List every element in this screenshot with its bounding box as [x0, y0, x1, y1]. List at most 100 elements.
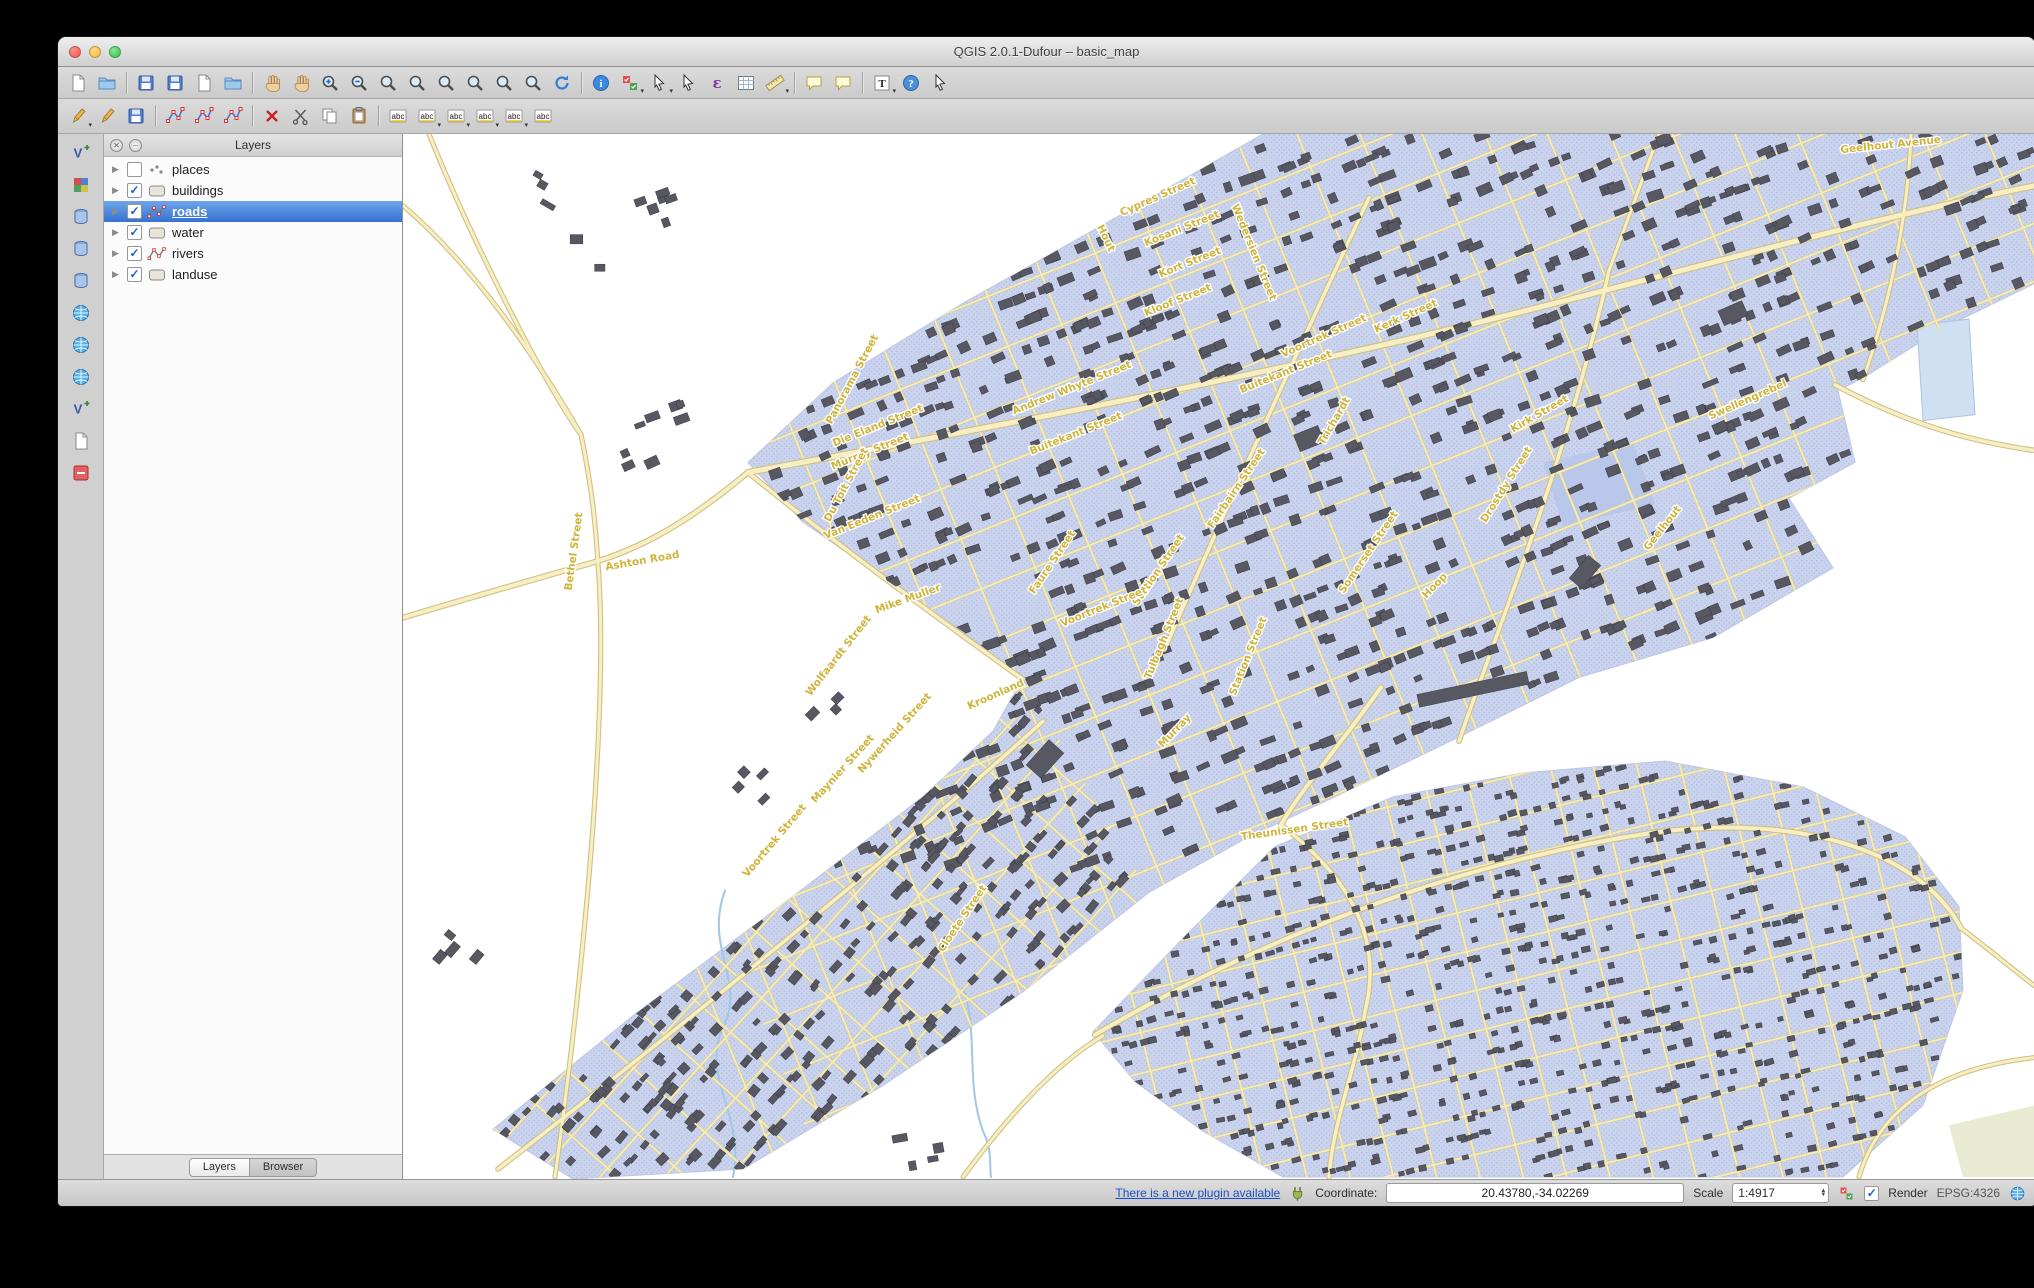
identify-features-button[interactable]	[587, 69, 615, 96]
cut-features-button[interactable]	[287, 103, 315, 130]
render-label: Render	[1888, 1186, 1927, 1200]
zoom-out-button[interactable]	[345, 69, 373, 96]
add-spatialite-layer-button[interactable]	[66, 235, 96, 263]
run-feature-action-button[interactable]: ▾	[616, 69, 644, 96]
toggle-editing-button[interactable]	[93, 103, 121, 130]
save-project-as-button[interactable]	[161, 69, 189, 96]
pan-to-selection-icon	[291, 73, 311, 93]
new-print-composer-button[interactable]	[190, 69, 218, 96]
layer-item-places[interactable]: places	[104, 159, 402, 180]
add-delimited-text-layer-button[interactable]	[66, 427, 96, 455]
rotate-label-button[interactable]: ▾	[442, 103, 470, 130]
layer-item-roads[interactable]: roads	[104, 201, 402, 222]
paste-features-button[interactable]	[345, 103, 373, 130]
layer-visibility-checkbox[interactable]	[127, 162, 142, 177]
measure-button[interactable]: ▾	[761, 69, 789, 96]
add-wms-layer-button[interactable]	[66, 299, 96, 327]
point-geometry-icon	[147, 162, 167, 177]
pin-labels-button[interactable]: ▾	[471, 103, 499, 130]
expander-icon[interactable]	[112, 269, 122, 280]
minimize-button[interactable]	[89, 46, 101, 58]
save-project-button[interactable]	[132, 69, 160, 96]
remove-layer-icon	[71, 463, 91, 483]
add-feature-button[interactable]	[161, 103, 189, 130]
text-annotation-button[interactable]: ▾	[868, 69, 896, 96]
layer-visibility-checkbox[interactable]	[127, 246, 142, 261]
close-button[interactable]	[69, 46, 81, 58]
coordinate-input[interactable]	[1386, 1183, 1684, 1203]
toggle-editing-icon	[97, 106, 117, 126]
move-feature-button[interactable]	[190, 103, 218, 130]
help-contents-button[interactable]	[897, 69, 925, 96]
move-label-button[interactable]: ▾	[413, 103, 441, 130]
zoom-last-button[interactable]	[490, 69, 518, 96]
add-mssql-layer-button[interactable]	[66, 267, 96, 295]
pan-map-button[interactable]	[258, 69, 286, 96]
save-layer-edits-button[interactable]	[122, 103, 150, 130]
add-wcs-layer-button[interactable]	[66, 331, 96, 359]
remove-layer-button[interactable]	[66, 459, 96, 487]
zoom-button[interactable]	[109, 46, 121, 58]
open-project-button[interactable]	[93, 69, 121, 96]
expander-icon[interactable]	[112, 227, 122, 238]
panel-tab-browser[interactable]: Browser	[250, 1158, 317, 1177]
scale-combo[interactable]: 1:4917	[1732, 1183, 1829, 1203]
zoom-next-button[interactable]	[519, 69, 547, 96]
whats-this-button[interactable]	[926, 69, 954, 96]
show-hide-labels-button[interactable]: ▾	[500, 103, 528, 130]
expander-icon[interactable]	[112, 185, 122, 196]
plugin-available-link[interactable]: There is a new plugin available	[1115, 1186, 1280, 1200]
render-checkbox[interactable]	[1864, 1186, 1879, 1201]
map-canvas[interactable]: Geelhout AvenueCypres StreetKosani Stree…	[403, 134, 2034, 1179]
show-statistics-button[interactable]	[703, 69, 731, 96]
rotate-label-icon	[446, 106, 466, 126]
run-feature-action-icon	[620, 73, 640, 93]
new-print-composer-icon	[194, 73, 214, 93]
zoom-to-selection-button[interactable]	[432, 69, 460, 96]
delete-selected-button[interactable]	[258, 103, 286, 130]
change-label-button[interactable]	[529, 103, 557, 130]
layer-visibility-checkbox[interactable]	[127, 204, 142, 219]
zoom-in-icon	[320, 73, 340, 93]
crs-settings-icon[interactable]	[2009, 1185, 2026, 1202]
layer-visibility-checkbox[interactable]	[127, 267, 142, 282]
expander-icon[interactable]	[112, 164, 122, 175]
render-stop-icon[interactable]	[1838, 1185, 1855, 1202]
text-annotation-icon	[872, 73, 892, 93]
copy-features-button[interactable]	[316, 103, 344, 130]
title-bar: QGIS 2.0.1-Dufour – basic_map	[58, 37, 2034, 67]
layer-visibility-checkbox[interactable]	[127, 225, 142, 240]
layer-item-buildings[interactable]: buildings	[104, 180, 402, 201]
layer-item-water[interactable]: water	[104, 222, 402, 243]
expander-icon[interactable]	[112, 206, 122, 217]
select-features-icon	[649, 73, 669, 93]
node-tool-button[interactable]	[219, 103, 247, 130]
new-project-button[interactable]	[64, 69, 92, 96]
new-shapefile-layer-button[interactable]	[66, 395, 96, 423]
current-edits-button[interactable]: ▾	[64, 103, 92, 130]
labeling-button[interactable]	[384, 103, 412, 130]
pan-to-selection-button[interactable]	[287, 69, 315, 96]
expander-icon[interactable]	[112, 248, 122, 259]
new-bookmark-button[interactable]	[829, 69, 857, 96]
select-features-button[interactable]: ▾	[645, 69, 673, 96]
add-vector-layer-button[interactable]	[66, 139, 96, 167]
coordinate-label: Coordinate:	[1315, 1186, 1377, 1200]
refresh-map-button[interactable]	[548, 69, 576, 96]
add-spatialite-layer-icon	[71, 239, 91, 259]
composer-manager-button[interactable]	[219, 69, 247, 96]
deselect-features-button[interactable]	[674, 69, 702, 96]
show-bookmarks-button[interactable]	[800, 69, 828, 96]
layer-visibility-checkbox[interactable]	[127, 183, 142, 198]
zoom-to-layer-button[interactable]	[461, 69, 489, 96]
add-postgis-layer-button[interactable]	[66, 203, 96, 231]
open-attribute-table-button[interactable]	[732, 69, 760, 96]
zoom-full-button[interactable]	[403, 69, 431, 96]
panel-tab-layers[interactable]: Layers	[189, 1158, 250, 1177]
layer-item-rivers[interactable]: rivers	[104, 243, 402, 264]
zoom-in-button[interactable]	[316, 69, 344, 96]
layer-item-landuse[interactable]: landuse	[104, 264, 402, 285]
zoom-native-button[interactable]	[374, 69, 402, 96]
add-raster-layer-button[interactable]	[66, 171, 96, 199]
add-wfs-layer-button[interactable]	[66, 363, 96, 391]
